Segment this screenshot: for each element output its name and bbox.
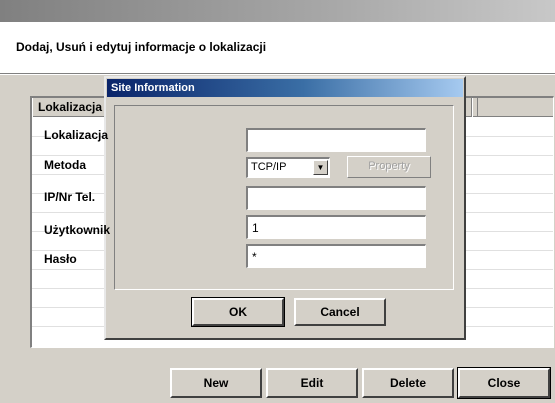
column-header-extra[interactable] xyxy=(472,98,478,117)
ip-label: IP/Nr Tel. xyxy=(44,190,96,204)
dialog-title: Site Information xyxy=(107,79,463,97)
uzytkownik-label: Użytkownik xyxy=(44,223,111,237)
metoda-label: Metoda xyxy=(44,158,86,172)
header-divider xyxy=(0,74,555,75)
ok-button[interactable]: OK xyxy=(191,297,285,327)
delete-button[interactable]: Delete xyxy=(362,368,454,398)
haslo-label: Hasło xyxy=(44,252,77,266)
cancel-button[interactable]: Cancel xyxy=(294,298,386,326)
property-button[interactable]: Property xyxy=(347,156,431,178)
metoda-select[interactable]: TCP/IP ▼ xyxy=(246,157,330,178)
uzytkownik-input[interactable]: 1 xyxy=(246,215,426,239)
haslo-input[interactable]: * xyxy=(246,244,426,268)
page-title: Dodaj, Usuń i edytuj informacje o lokali… xyxy=(16,40,267,54)
close-button[interactable]: Close xyxy=(457,367,551,399)
metoda-select-value: TCP/IP xyxy=(251,161,287,173)
chevron-down-icon[interactable]: ▼ xyxy=(313,160,328,175)
lokalizacja-input[interactable] xyxy=(246,128,426,152)
edit-button[interactable]: Edit xyxy=(266,368,358,398)
new-button[interactable]: New xyxy=(170,368,262,398)
lokalizacja-label: Lokalizacja xyxy=(44,128,109,142)
ip-input[interactable] xyxy=(246,186,426,210)
window-titlebar xyxy=(0,0,555,22)
header-area: Dodaj, Usuń i edytuj informacje o lokali… xyxy=(0,22,555,74)
